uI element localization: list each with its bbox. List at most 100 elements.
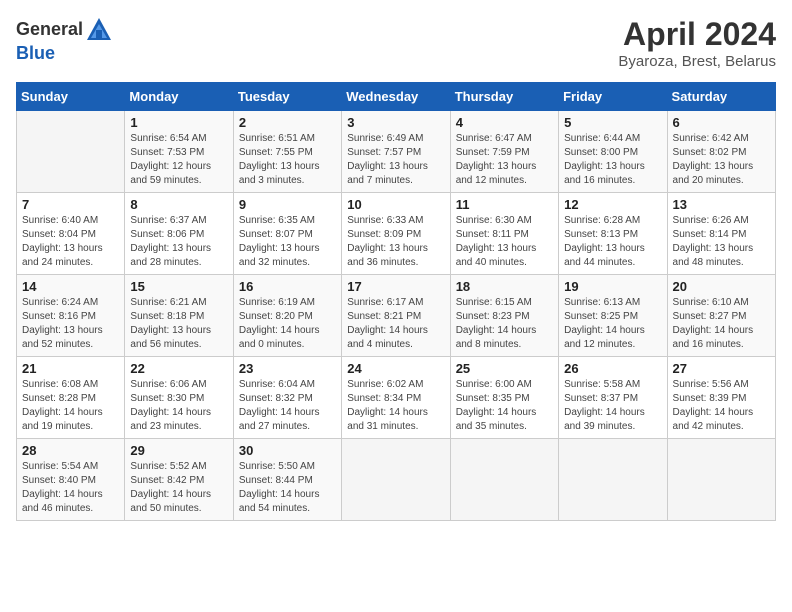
table-row: 15 Sunrise: 6:21 AM Sunset: 8:18 PM Dayli…	[125, 275, 233, 357]
table-row: 3 Sunrise: 6:49 AM Sunset: 7:57 PM Daylig…	[342, 111, 450, 193]
day-number: 14	[22, 279, 119, 294]
table-row: 24Sunrise: 6:02 AM Sunset: 8:34 PM Dayli…	[342, 357, 450, 439]
header-saturday: Saturday	[667, 83, 775, 111]
weekday-header-row: Sunday Monday Tuesday Wednesday Thursday…	[17, 83, 776, 111]
table-row: 20 Sunrise: 6:10 AM Sunset: 8:27 PM Dayli…	[667, 275, 775, 357]
day-info: Sunrise: 6:24 AM Sunset: 8:16 PM Dayligh…	[22, 296, 119, 352]
day-number: 19	[564, 279, 661, 294]
table-row: 14 Sunrise: 6:24 AM Sunset: 8:16 PM Dayli…	[17, 275, 125, 357]
day-number: 5	[564, 115, 661, 130]
table-row: 30Sunrise: 5:50 AM Sunset: 8:44 PM Dayli…	[233, 439, 341, 521]
day-info: Sunrise: 6:49 AM Sunset: 7:57 PM Dayligh…	[347, 132, 444, 188]
day-info: Sunrise: 6:47 AM Sunset: 7:59 PM Dayligh…	[456, 132, 553, 188]
day-number: 7	[22, 197, 119, 212]
day-number: 15	[130, 279, 227, 294]
day-info: Sunrise: 6:08 AM Sunset: 8:28 PM Dayligh…	[22, 378, 119, 434]
day-info: Sunrise: 6:21 AM Sunset: 8:18 PM Dayligh…	[130, 296, 227, 352]
table-row: 16 Sunrise: 6:19 AM Sunset: 8:20 PM Dayli…	[233, 275, 341, 357]
day-number: 17	[347, 279, 444, 294]
table-row: 13 Sunrise: 6:26 AM Sunset: 8:14 PM Dayli…	[667, 193, 775, 275]
table-row: 5 Sunrise: 6:44 AM Sunset: 8:00 PM Daylig…	[559, 111, 667, 193]
table-row: 25 Sunrise: 6:00 AM Sunset: 8:35 PM Dayli…	[450, 357, 558, 439]
calendar-week-4: 21 Sunrise: 6:08 AM Sunset: 8:28 PM Dayli…	[17, 357, 776, 439]
day-info: Sunrise: 6:19 AM Sunset: 8:20 PM Dayligh…	[239, 296, 336, 352]
day-number: 21	[22, 361, 119, 376]
header-wednesday: Wednesday	[342, 83, 450, 111]
table-row	[667, 439, 775, 521]
logo-blue-text: Blue	[16, 44, 113, 64]
header-thursday: Thursday	[450, 83, 558, 111]
page-header: General Blue April 2024 Byaroza, Brest, …	[16, 16, 776, 70]
logo: General Blue	[16, 16, 113, 64]
title-area: April 2024 Byaroza, Brest, Belarus	[618, 16, 776, 70]
day-info: Sunrise: 6:02 AM Sunset: 8:34 PM Dayligh…	[347, 378, 444, 434]
day-info: Sunrise: 5:50 AM Sunset: 8:44 PM Dayligh…	[239, 460, 336, 516]
day-number: 10	[347, 197, 444, 212]
day-info: Sunrise: 6:15 AM Sunset: 8:23 PM Dayligh…	[456, 296, 553, 352]
day-info: Sunrise: 6:40 AM Sunset: 8:04 PM Dayligh…	[22, 214, 119, 270]
table-row	[342, 439, 450, 521]
calendar-week-5: 28 Sunrise: 5:54 AM Sunset: 8:40 PM Dayli…	[17, 439, 776, 521]
table-row: 1Sunrise: 6:54 AM Sunset: 7:53 PM Daylig…	[125, 111, 233, 193]
calendar-table: Sunday Monday Tuesday Wednesday Thursday…	[16, 82, 776, 521]
table-row: 19 Sunrise: 6:13 AM Sunset: 8:25 PM Dayli…	[559, 275, 667, 357]
day-number: 9	[239, 197, 336, 212]
day-info: Sunrise: 6:28 AM Sunset: 8:13 PM Dayligh…	[564, 214, 661, 270]
day-info: Sunrise: 5:52 AM Sunset: 8:42 PM Dayligh…	[130, 460, 227, 516]
table-row: 26 Sunrise: 5:58 AM Sunset: 8:37 PM Dayli…	[559, 357, 667, 439]
table-row: 11 Sunrise: 6:30 AM Sunset: 8:11 PM Dayli…	[450, 193, 558, 275]
day-info: Sunrise: 6:10 AM Sunset: 8:27 PM Dayligh…	[673, 296, 770, 352]
day-number: 22	[130, 361, 227, 376]
header-monday: Monday	[125, 83, 233, 111]
day-number: 11	[456, 197, 553, 212]
day-info: Sunrise: 6:06 AM Sunset: 8:30 PM Dayligh…	[130, 378, 227, 434]
day-info: Sunrise: 6:30 AM Sunset: 8:11 PM Dayligh…	[456, 214, 553, 270]
day-number: 28	[22, 443, 119, 458]
table-row: 28 Sunrise: 5:54 AM Sunset: 8:40 PM Dayli…	[17, 439, 125, 521]
table-row: 2Sunrise: 6:51 AM Sunset: 7:55 PM Daylig…	[233, 111, 341, 193]
day-info: Sunrise: 6:26 AM Sunset: 8:14 PM Dayligh…	[673, 214, 770, 270]
calendar-week-3: 14 Sunrise: 6:24 AM Sunset: 8:16 PM Dayli…	[17, 275, 776, 357]
logo-icon	[85, 16, 113, 44]
calendar-week-2: 7 Sunrise: 6:40 AM Sunset: 8:04 PM Daylig…	[17, 193, 776, 275]
table-row: 12Sunrise: 6:28 AM Sunset: 8:13 PM Dayli…	[559, 193, 667, 275]
day-number: 13	[673, 197, 770, 212]
table-row: 18 Sunrise: 6:15 AM Sunset: 8:23 PM Dayli…	[450, 275, 558, 357]
table-row: 29 Sunrise: 5:52 AM Sunset: 8:42 PM Dayli…	[125, 439, 233, 521]
day-info: Sunrise: 6:00 AM Sunset: 8:35 PM Dayligh…	[456, 378, 553, 434]
day-info: Sunrise: 6:42 AM Sunset: 8:02 PM Dayligh…	[673, 132, 770, 188]
day-number: 26	[564, 361, 661, 376]
table-row: 9Sunrise: 6:35 AM Sunset: 8:07 PM Daylig…	[233, 193, 341, 275]
day-number: 6	[673, 115, 770, 130]
table-row: 10 Sunrise: 6:33 AM Sunset: 8:09 PM Dayli…	[342, 193, 450, 275]
day-info: Sunrise: 5:56 AM Sunset: 8:39 PM Dayligh…	[673, 378, 770, 434]
month-title: April 2024	[618, 16, 776, 53]
header-sunday: Sunday	[17, 83, 125, 111]
day-number: 23	[239, 361, 336, 376]
day-number: 20	[673, 279, 770, 294]
table-row: 7 Sunrise: 6:40 AM Sunset: 8:04 PM Daylig…	[17, 193, 125, 275]
table-row: 8Sunrise: 6:37 AM Sunset: 8:06 PM Daylig…	[125, 193, 233, 275]
day-info: Sunrise: 5:58 AM Sunset: 8:37 PM Dayligh…	[564, 378, 661, 434]
table-row: 21 Sunrise: 6:08 AM Sunset: 8:28 PM Dayli…	[17, 357, 125, 439]
day-number: 29	[130, 443, 227, 458]
day-info: Sunrise: 6:33 AM Sunset: 8:09 PM Dayligh…	[347, 214, 444, 270]
day-info: Sunrise: 5:54 AM Sunset: 8:40 PM Dayligh…	[22, 460, 119, 516]
day-info: Sunrise: 6:04 AM Sunset: 8:32 PM Dayligh…	[239, 378, 336, 434]
location: Byaroza, Brest, Belarus	[618, 53, 776, 70]
day-number: 16	[239, 279, 336, 294]
day-info: Sunrise: 6:44 AM Sunset: 8:00 PM Dayligh…	[564, 132, 661, 188]
day-number: 1	[130, 115, 227, 130]
day-number: 27	[673, 361, 770, 376]
day-info: Sunrise: 6:17 AM Sunset: 8:21 PM Dayligh…	[347, 296, 444, 352]
day-info: Sunrise: 6:13 AM Sunset: 8:25 PM Dayligh…	[564, 296, 661, 352]
day-number: 3	[347, 115, 444, 130]
table-row: 17 Sunrise: 6:17 AM Sunset: 8:21 PM Dayli…	[342, 275, 450, 357]
logo-general-text: General	[16, 20, 83, 40]
table-row: 23 Sunrise: 6:04 AM Sunset: 8:32 PM Dayli…	[233, 357, 341, 439]
day-number: 18	[456, 279, 553, 294]
day-number: 25	[456, 361, 553, 376]
day-number: 4	[456, 115, 553, 130]
table-row	[559, 439, 667, 521]
calendar-week-1: 1Sunrise: 6:54 AM Sunset: 7:53 PM Daylig…	[17, 111, 776, 193]
